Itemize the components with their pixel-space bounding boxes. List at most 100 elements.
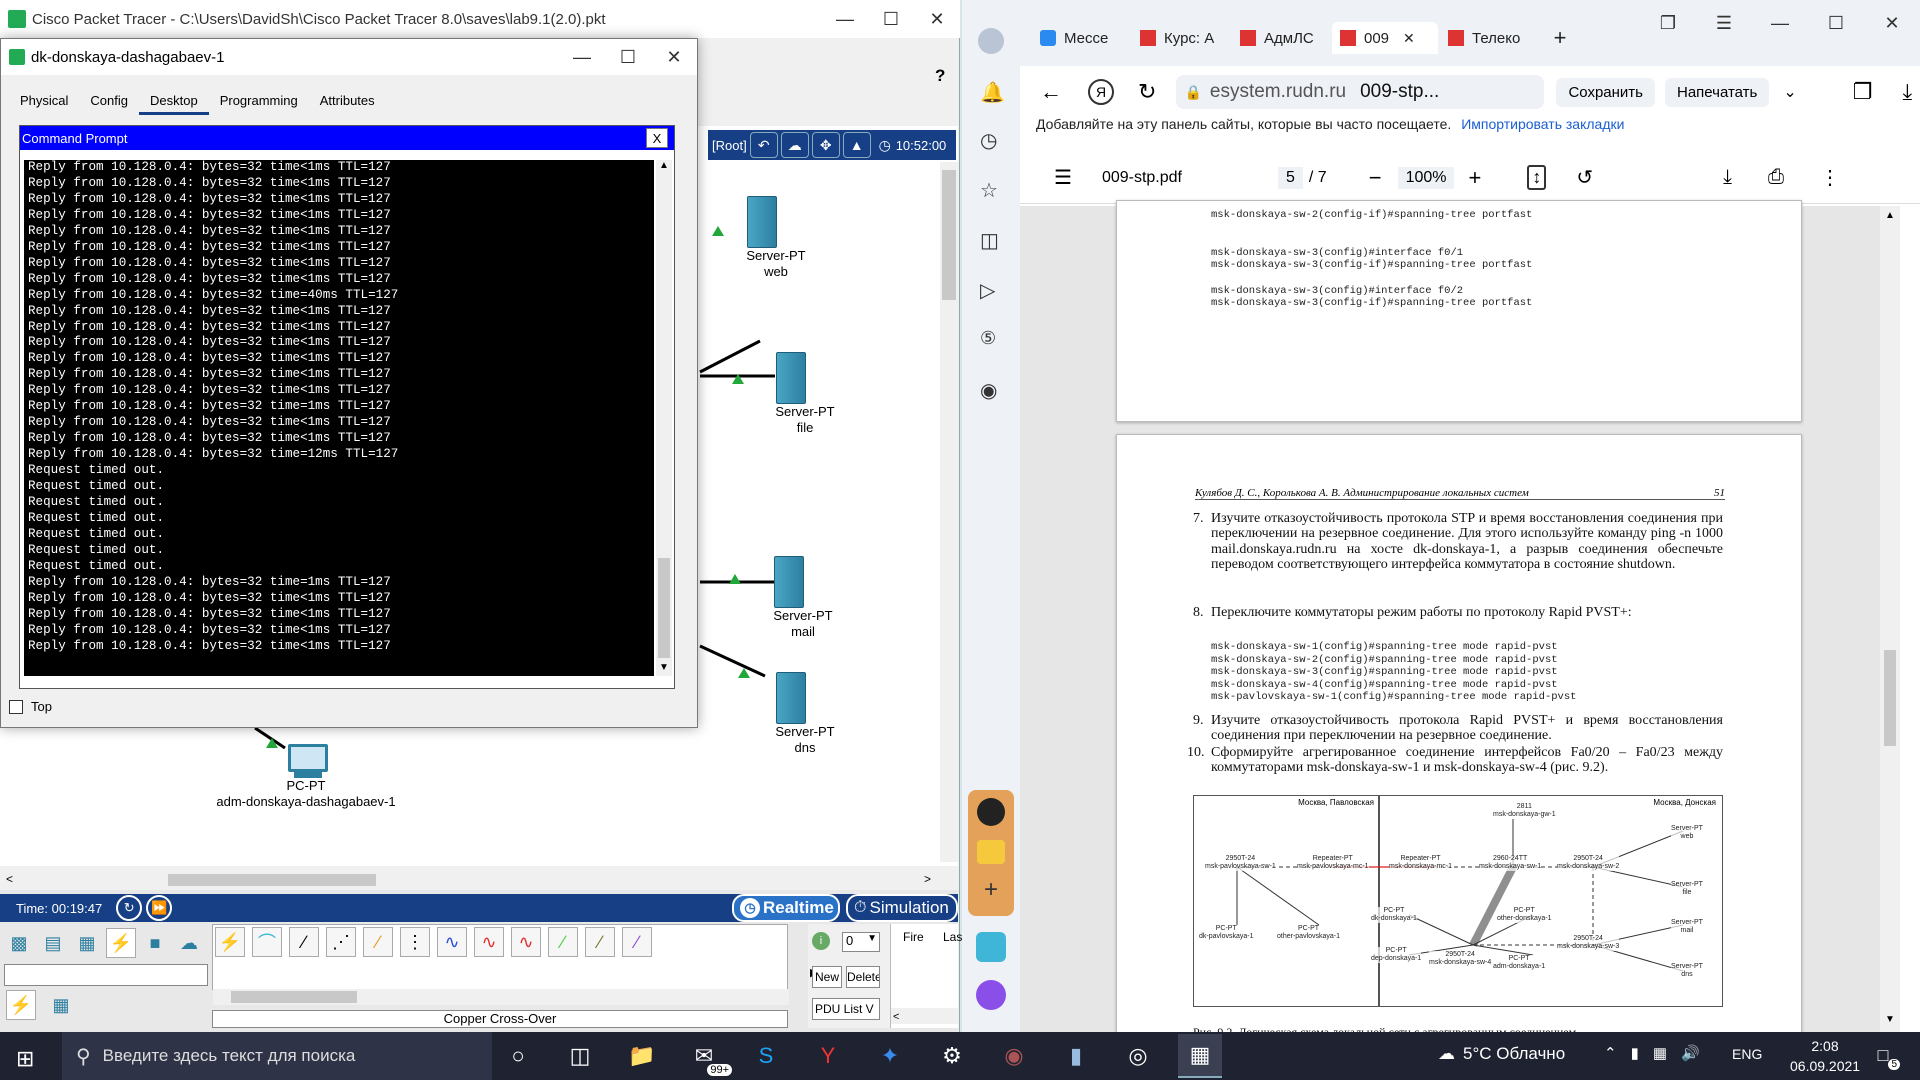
terminal-output[interactable]: Reply from 10.128.0.4: bytes=32 time<1ms… bbox=[24, 160, 654, 676]
pdf-scrollbar[interactable]: ▲ ▼ bbox=[1880, 206, 1900, 1032]
tab-config[interactable]: Config bbox=[79, 89, 139, 115]
skype-icon[interactable]: S bbox=[744, 1034, 788, 1078]
scroll-thumb[interactable] bbox=[658, 558, 670, 658]
reload-icon[interactable]: ↻ bbox=[1138, 79, 1156, 105]
pdf-viewer[interactable]: msk-donskaya-sw-2(config-if)#spanning-tr… bbox=[1020, 200, 1900, 1054]
back-icon[interactable]: ↶ bbox=[749, 132, 778, 158]
steam-icon[interactable]: ⚙ bbox=[930, 1034, 974, 1078]
device-search-field[interactable] bbox=[4, 964, 208, 986]
scenario-select[interactable]: 0 ▼ bbox=[842, 932, 880, 952]
octal-cable-icon[interactable]: ∕ bbox=[548, 927, 578, 957]
page-number-input[interactable]: 5 bbox=[1278, 166, 1303, 189]
close-button[interactable]: ✕ bbox=[914, 0, 960, 38]
minimize-button[interactable]: — bbox=[1752, 0, 1808, 46]
task-view-icon[interactable]: ◫ bbox=[558, 1034, 602, 1078]
serial-dce-icon[interactable]: ∿ bbox=[474, 927, 504, 957]
browser-tab[interactable]: АдмЛС bbox=[1232, 22, 1330, 54]
scroll-up-icon[interactable]: ▲ bbox=[659, 160, 669, 171]
extensions-icon[interactable]: ❐ bbox=[1853, 79, 1873, 105]
network-devices-icon[interactable]: ▩ bbox=[4, 928, 34, 958]
info-icon[interactable]: i bbox=[812, 932, 830, 950]
scroll-thumb[interactable] bbox=[942, 170, 956, 300]
notes-icon[interactable]: ▮ bbox=[1054, 1034, 1098, 1078]
yandex-icon[interactable]: Я bbox=[1088, 79, 1114, 105]
download-icon[interactable]: ⤓ bbox=[1723, 166, 1732, 189]
mail-app-icon[interactable]: ✉ 99+ bbox=[682, 1034, 732, 1078]
menu-icon[interactable]: ☰ bbox=[1696, 0, 1752, 46]
chevron-down-icon[interactable]: ⌄ bbox=[1783, 82, 1796, 102]
device-pc-adm[interactable]: PC-PT adm-donskaya-dashagabaev-1 bbox=[210, 744, 410, 810]
new-scenario-button[interactable]: New bbox=[812, 966, 842, 988]
cortana-icon[interactable]: ○ bbox=[496, 1034, 540, 1078]
close-tab-icon[interactable]: ✕ bbox=[1403, 30, 1415, 47]
move-icon[interactable]: ✥ bbox=[811, 132, 840, 158]
coaxial-cable-icon[interactable]: ∿ bbox=[437, 927, 467, 957]
app-icon[interactable]: ✦ bbox=[868, 1034, 912, 1078]
chevron-up-icon[interactable]: ⌃ bbox=[1604, 1044, 1617, 1062]
browser-tab-active[interactable]: 009 ✕ bbox=[1332, 22, 1438, 54]
tab-physical[interactable]: Physical bbox=[9, 89, 79, 115]
serial-dte-icon[interactable]: ∿ bbox=[511, 927, 541, 957]
taskbar-search[interactable]: ⚲ Введите здесь текст для поиска bbox=[62, 1032, 492, 1080]
zoom-level[interactable]: 100% bbox=[1397, 166, 1455, 189]
usb-cable-icon[interactable]: ∕ bbox=[622, 927, 652, 957]
close-button[interactable]: ✕ bbox=[651, 39, 697, 75]
device-server-file[interactable]: Server-PT file bbox=[775, 352, 846, 436]
minimize-button[interactable]: — bbox=[559, 39, 605, 75]
grid-icon[interactable]: ▦ bbox=[46, 990, 76, 1020]
crossover-cable-icon[interactable]: ⋰ bbox=[326, 927, 356, 957]
scroll-up-icon[interactable]: ▲ bbox=[1885, 210, 1895, 221]
workspace-horizontal-scrollbar[interactable]: < > bbox=[0, 870, 958, 890]
tab-attributes[interactable]: Attributes bbox=[309, 89, 386, 115]
scroll-left-icon[interactable]: < bbox=[6, 872, 13, 886]
discord-icon[interactable]: ◉ bbox=[992, 1034, 1036, 1078]
simulation-mode-button[interactable]: ⏱ Simulation bbox=[846, 894, 958, 922]
collections-icon[interactable]: ◫ bbox=[980, 228, 999, 253]
menu-icon[interactable]: ☰ bbox=[1054, 165, 1072, 190]
rotate-icon[interactable]: ↺ bbox=[1576, 165, 1593, 190]
cloud-icon[interactable]: ☁ bbox=[780, 132, 809, 158]
zoom-out-icon[interactable]: − bbox=[1369, 165, 1382, 191]
connections-icon[interactable]: ⚡ bbox=[106, 928, 136, 958]
print-icon[interactable]: ⎙ bbox=[1768, 166, 1784, 189]
weather-widget[interactable]: ☁ 5°C Облачно bbox=[1438, 1044, 1565, 1064]
network-icon[interactable]: ▦ bbox=[1653, 1044, 1667, 1062]
notifications-icon[interactable]: □ 5 bbox=[1868, 1040, 1900, 1070]
fit-page-icon[interactable]: ↕ bbox=[1527, 165, 1547, 190]
history-icon[interactable]: ◷ bbox=[980, 128, 997, 153]
misc-icon[interactable]: ■ bbox=[140, 928, 170, 958]
device-server-mail[interactable]: Server-PT mail bbox=[773, 556, 844, 640]
top-checkbox-row[interactable]: Top bbox=[9, 699, 52, 714]
end-devices-icon[interactable]: ▤ bbox=[38, 928, 68, 958]
top-checkbox[interactable] bbox=[9, 699, 23, 714]
iot-cable-icon[interactable]: ∕ bbox=[585, 927, 615, 957]
browser-tab[interactable]: Мессе bbox=[1032, 22, 1130, 54]
scroll-right-icon[interactable]: > bbox=[924, 872, 931, 886]
tab-programming[interactable]: Programming bbox=[209, 89, 309, 115]
alice-icon[interactable] bbox=[977, 798, 1005, 826]
add-app-icon[interactable]: + bbox=[984, 876, 998, 904]
packet-tracer-taskbar-icon[interactable]: ▦ bbox=[1178, 1034, 1222, 1078]
scroll-thumb[interactable] bbox=[1884, 650, 1896, 746]
more-icon[interactable]: ⋮ bbox=[1820, 165, 1840, 190]
cable-scrollbar[interactable] bbox=[213, 989, 789, 1005]
scroll-down-icon[interactable]: ▼ bbox=[1885, 1014, 1895, 1025]
yandex-browser-icon[interactable]: Y bbox=[806, 1034, 850, 1078]
messenger-icon[interactable] bbox=[976, 980, 1006, 1010]
device-server-web[interactable]: Server-PT web bbox=[746, 196, 816, 280]
root-label[interactable]: [Root] bbox=[712, 138, 747, 153]
browser-tab[interactable]: Телеко bbox=[1440, 22, 1538, 54]
pdu-list-button[interactable]: PDU List V bbox=[812, 998, 880, 1020]
power-cycle-icon[interactable]: ↻ bbox=[116, 895, 143, 921]
play-icon[interactable]: ▷ bbox=[980, 278, 995, 303]
download-icon[interactable]: ⤓ bbox=[1903, 79, 1913, 105]
realtime-mode-button[interactable]: ◷ Realtime bbox=[732, 894, 840, 922]
volume-icon[interactable]: 🔊 bbox=[1681, 1044, 1700, 1062]
scroll-thumb[interactable] bbox=[168, 874, 376, 886]
scroll-down-icon[interactable]: ▼ bbox=[659, 662, 669, 673]
bell-icon[interactable]: 🔔 bbox=[980, 80, 1005, 105]
maximize-button[interactable]: ☐ bbox=[1808, 0, 1864, 46]
file-explorer-icon[interactable]: 📁 bbox=[620, 1034, 664, 1078]
back-icon[interactable]: ← bbox=[1040, 79, 1062, 105]
new-tab-button[interactable]: + bbox=[1540, 22, 1580, 54]
